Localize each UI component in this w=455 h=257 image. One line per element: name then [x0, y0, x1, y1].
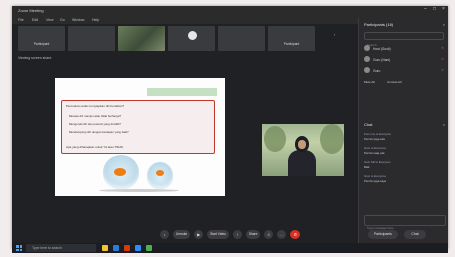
participant-row[interactable]: Guru ✕	[364, 66, 444, 75]
chat-message: Permisi juga saya	[364, 179, 387, 183]
participant-tile[interactable]	[218, 26, 265, 51]
mute-all-button[interactable]: Mute All	[364, 80, 375, 84]
slide-header	[147, 88, 217, 90]
screen-share-status: Viewing screen share	[18, 56, 52, 60]
slide-bullet: Merasa diri mampu atau tidak berharga?	[69, 114, 122, 118]
chat-sender: Guru Siti to Everyone	[364, 160, 391, 164]
chat-message: Permisi saja pak	[364, 151, 385, 155]
microphone-icon[interactable]: ♪	[160, 230, 169, 239]
participants-panel-title: Participants (16)	[364, 22, 394, 27]
minimize-icon[interactable]: –	[424, 7, 428, 12]
fishbowl-small-image	[147, 162, 173, 189]
participant-name: Host (Gusti)	[373, 47, 391, 51]
menu-window[interactable]: Window	[72, 18, 84, 22]
avatar	[188, 31, 197, 40]
share-button[interactable]: Share	[245, 230, 261, 239]
reactions-icon[interactable]: ☺	[264, 230, 274, 239]
participant-tile[interactable]	[168, 26, 215, 51]
meeting-controls: ♪ Unmute ▶ Start Video ↑ Share ☺ … ✆	[160, 230, 301, 242]
next-page-button[interactable]: ›	[334, 33, 335, 37]
tile-name: Participant	[33, 42, 50, 46]
window-titlebar: Zoom Meeting – □ ×	[12, 6, 448, 15]
participant-tile[interactable]	[68, 26, 115, 51]
muted-mic-icon: ✕	[441, 57, 444, 61]
muted-mic-icon: ✕	[441, 68, 444, 72]
menu-edit[interactable]: Edit	[32, 18, 38, 22]
taskbar-apps	[102, 245, 152, 251]
participants-button[interactable]: Participants	[368, 230, 398, 239]
avatar	[364, 56, 370, 62]
participant-name: Guru (Nani)	[373, 58, 391, 62]
avatar	[364, 67, 370, 73]
fish-icon	[114, 168, 126, 176]
chat-message: Baik	[364, 165, 370, 169]
chat-panel-title: Chat	[364, 122, 373, 127]
fishbowl-large-image	[103, 155, 139, 189]
start-video-button[interactable]: Start Video	[207, 230, 229, 239]
participant-tile[interactable]: Participant	[18, 26, 65, 51]
taskbar-search-input[interactable]: Type here to search	[26, 244, 96, 252]
share-screen-icon[interactable]: ↑	[232, 230, 242, 239]
menu-help[interactable]: Help	[92, 18, 99, 22]
unmute-all-button[interactable]: Unmute All	[387, 80, 402, 84]
participant-tile[interactable]: Participant	[268, 26, 315, 51]
chat-sender: Guru to Everyone	[364, 146, 386, 150]
windows-taskbar: Type here to search	[12, 243, 448, 253]
more-icon[interactable]: …	[277, 230, 287, 239]
avatar	[364, 45, 370, 51]
leave-button[interactable]: ✆	[290, 230, 301, 239]
slide-footer: Apa yang diharapkan untuk YA atau TIDAK	[66, 145, 124, 149]
chat-message: Permisi juga ada	[364, 137, 385, 141]
slide-question-box: Permainan anak menyiapkan diri bertahan?…	[61, 100, 215, 154]
chrome-icon[interactable]	[146, 245, 152, 251]
windows-start-icon[interactable]	[16, 245, 22, 251]
menu-file[interactable]: File	[18, 18, 24, 22]
meeting-window: Zoom Meeting – □ × File Edit View Go Win…	[12, 6, 448, 249]
speaker-face	[298, 140, 306, 149]
menu-go[interactable]: Go	[60, 18, 65, 22]
chat-sender: Guru to Everyone	[364, 174, 386, 178]
slide-header-band	[147, 88, 217, 96]
slide-bullet: Mendampingi diri dengan kesiapan yang ba…	[69, 130, 129, 134]
muted-mic-icon: ✕	[441, 46, 444, 50]
speaker-video[interactable]	[262, 124, 344, 176]
file-explorer-icon[interactable]	[102, 245, 108, 251]
slide-question: Permainan anak menyiapkan diri bertahan?	[66, 104, 125, 108]
background-tree	[264, 126, 286, 152]
chat-sender: From me to Everyone	[364, 132, 391, 136]
close-panel-icon[interactable]: ×	[443, 22, 445, 27]
close-icon[interactable]: ×	[442, 7, 446, 12]
participant-row[interactable]: Guru (Nani) ✕	[364, 55, 444, 64]
tile-name: Participant	[283, 42, 300, 46]
background-tree	[320, 124, 344, 154]
chat-button[interactable]: Chat	[404, 230, 426, 239]
speaker-body	[288, 150, 316, 176]
side-panel: Participants (16) × Search Host (Gusti) …	[358, 18, 448, 249]
zoom-app-icon[interactable]	[135, 245, 141, 251]
participant-search-input[interactable]: Search	[364, 32, 444, 47]
maximize-icon[interactable]: □	[433, 7, 437, 12]
menu-view[interactable]: View	[46, 18, 54, 22]
chat-input[interactable]: Type message here...	[364, 215, 446, 230]
edge-browser-icon[interactable]	[113, 245, 119, 251]
fish-icon	[156, 170, 164, 176]
participant-strip: Participant Participant	[18, 26, 315, 51]
participant-tile-video[interactable]	[118, 26, 165, 51]
bowl-shadow	[99, 189, 179, 192]
shared-slide: Permainan anak menyiapkan diri bertahan?…	[55, 78, 225, 196]
unmute-button[interactable]: Unmute	[173, 230, 191, 239]
close-chat-icon[interactable]: ×	[443, 122, 445, 127]
participant-name: Guru	[373, 69, 381, 73]
slide-bullet: Mengenali diri dan potensi yang dimiliki…	[69, 122, 121, 126]
powerpoint-icon[interactable]	[124, 245, 130, 251]
participant-row[interactable]: Host (Gusti) ✕	[364, 44, 444, 53]
video-camera-icon[interactable]: ▶	[194, 230, 204, 239]
window-controls: – □ ×	[424, 7, 446, 12]
window-title: Zoom Meeting	[18, 8, 44, 13]
